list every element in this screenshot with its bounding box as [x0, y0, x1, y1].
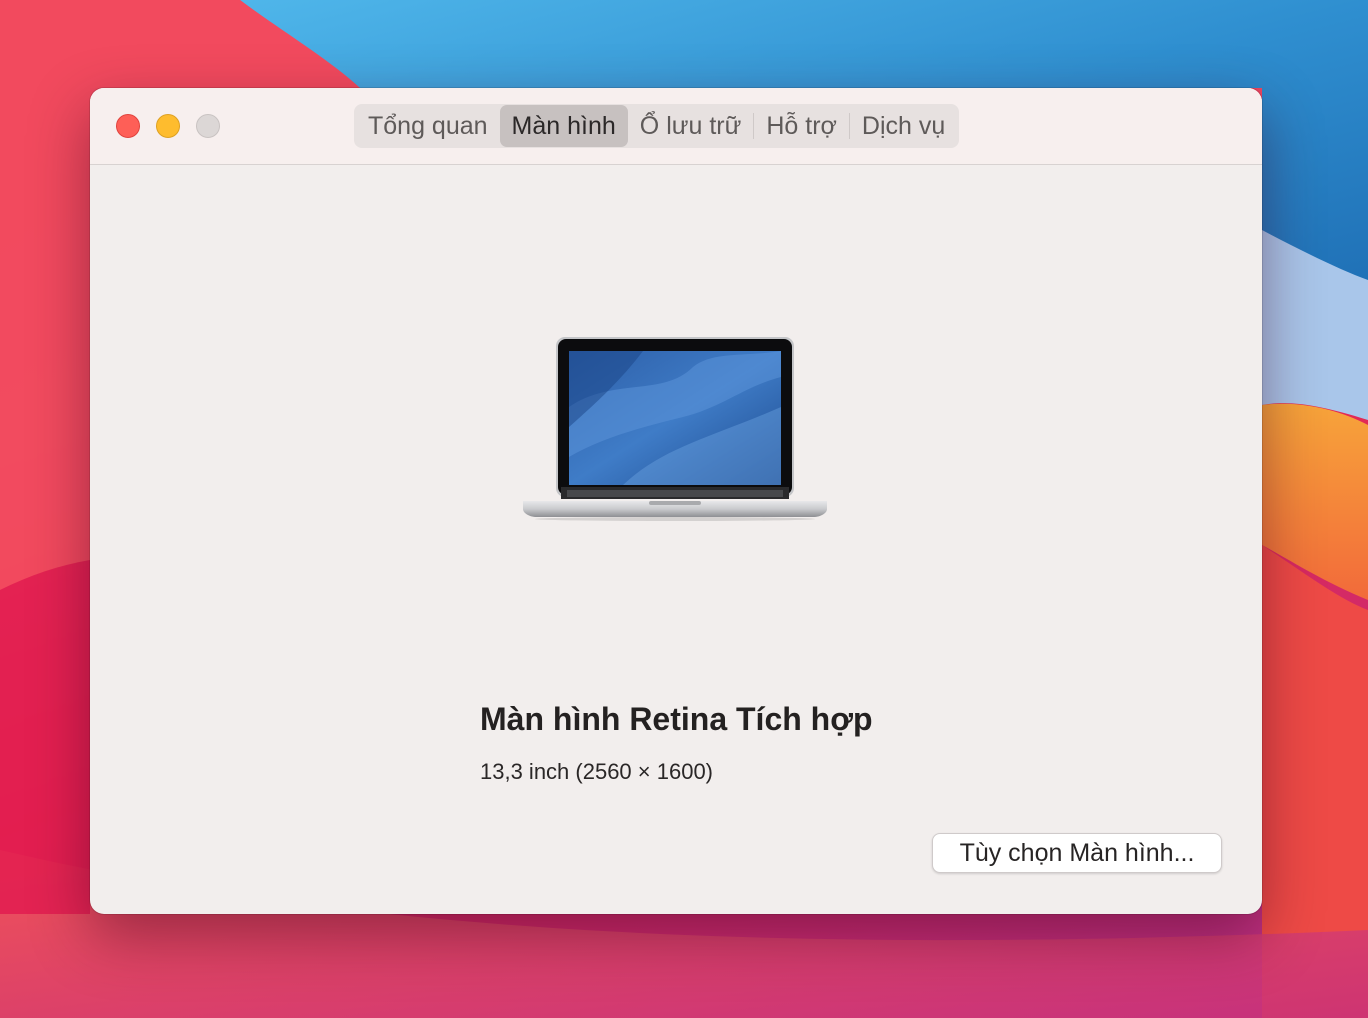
tab-displays[interactable]: Màn hình — [499, 105, 628, 147]
tab-storage[interactable]: Ổ lưu trữ — [628, 105, 754, 147]
zoom-window-button[interactable] — [196, 114, 220, 138]
title-bar: Tổng quan Màn hình Ổ lưu trữ Hỗ trợ Dịch… — [90, 88, 1262, 165]
tab-support[interactable]: Hỗ trợ — [754, 105, 849, 147]
displays-pane: Màn hình Retina Tích hợp 13,3 inch (2560… — [90, 165, 1262, 914]
close-window-button[interactable] — [116, 114, 140, 138]
tab-overview[interactable]: Tổng quan — [356, 105, 500, 147]
tab-service[interactable]: Dịch vụ — [850, 105, 957, 147]
macbook-pro-laptop-icon — [523, 337, 827, 521]
display-specification: 13,3 inch (2560 × 1600) — [480, 759, 714, 784]
about-this-mac-window: Tổng quan Màn hình Ổ lưu trữ Hỗ trợ Dịch… — [90, 88, 1262, 914]
display-options-button[interactable]: Tùy chọn Màn hình... — [932, 833, 1222, 873]
minimize-window-button[interactable] — [156, 114, 180, 138]
display-name: Màn hình Retina Tích hợp — [480, 701, 873, 737]
tab-bar: Tổng quan Màn hình Ổ lưu trữ Hỗ trợ Dịch… — [354, 104, 960, 148]
